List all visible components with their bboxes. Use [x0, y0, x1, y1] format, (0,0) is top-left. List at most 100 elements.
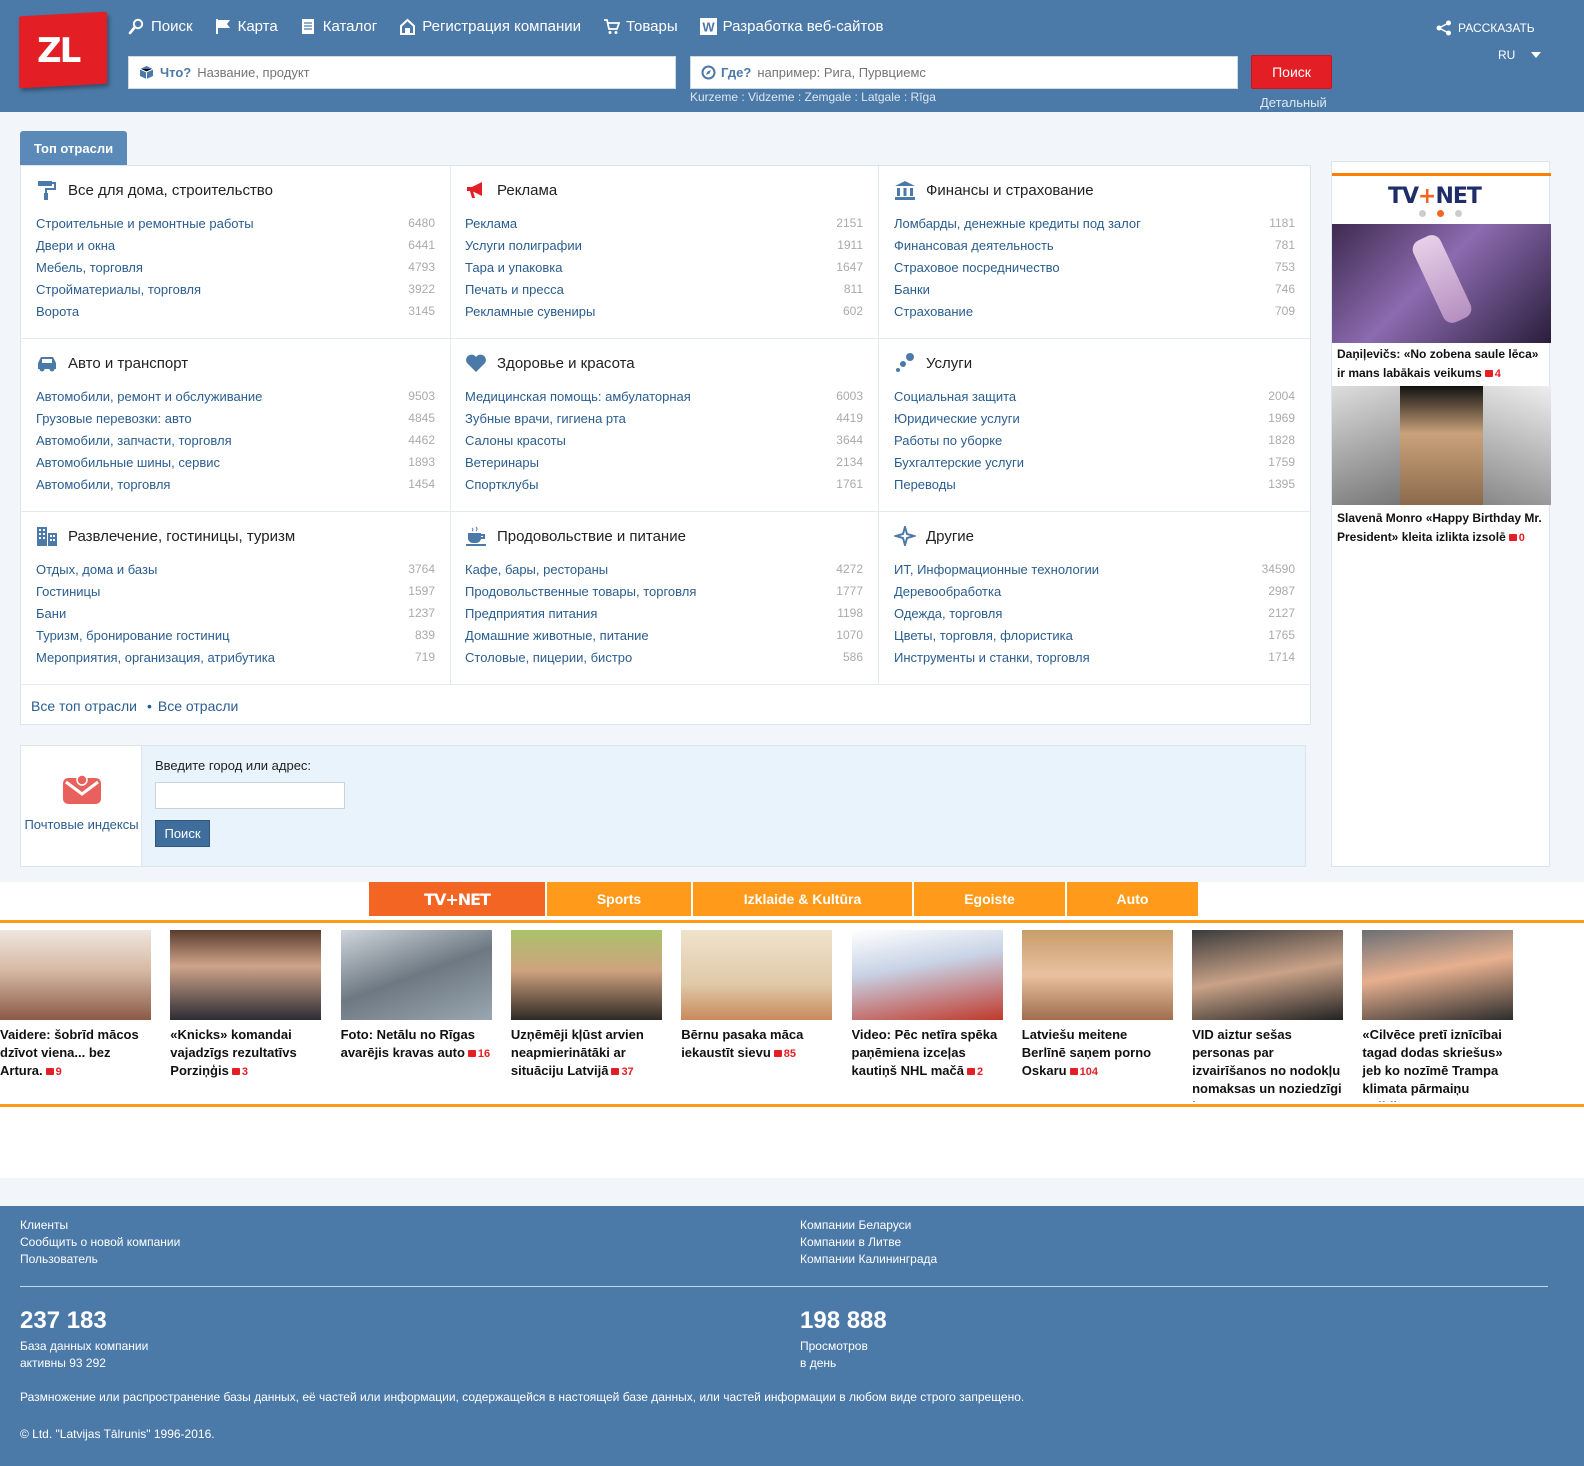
- category-title[interactable]: Финансы и страхование: [894, 180, 1295, 200]
- ad-caption-2[interactable]: Slavenā Monro «Happy Birthday Mr. Presid…: [1337, 509, 1549, 548]
- news-item[interactable]: Bērnu pasaka māca iekaustīt sievu 85: [681, 930, 833, 1102]
- carousel-dot[interactable]: [1455, 210, 1462, 217]
- category-link[interactable]: Строительные и ремонтные работы: [36, 216, 254, 231]
- category-link[interactable]: Банки: [894, 282, 930, 297]
- category-row[interactable]: Столовые, пицерии, бистро 586: [465, 646, 863, 668]
- news-thumbnail[interactable]: [340, 930, 492, 1020]
- news-tab-tvnet[interactable]: TV+NET: [369, 882, 547, 916]
- tvnet-logo[interactable]: TV+NET: [1388, 184, 1482, 209]
- category-row[interactable]: Банки 746: [894, 278, 1295, 300]
- category-row[interactable]: Мероприятия, организация, атрибутика 719: [36, 646, 435, 668]
- detailed-search-link[interactable]: Детальный: [1260, 95, 1327, 110]
- category-row[interactable]: Ветеринары 2134: [465, 451, 863, 473]
- ad-caption-1[interactable]: Daņiļevičs: «No zobena saule lēca» ir ma…: [1337, 345, 1549, 384]
- category-row[interactable]: Автомобили, торговля 1454: [36, 473, 435, 495]
- category-link[interactable]: Одежда, торговля: [894, 606, 1002, 621]
- category-link[interactable]: Медицинская помощь: амбулаторная: [465, 389, 691, 404]
- category-row[interactable]: Грузовые перевозки: авто 4845: [36, 407, 435, 429]
- category-link[interactable]: Предприятия питания: [465, 606, 597, 621]
- category-row[interactable]: Кафе, бары, рестораны 4272: [465, 558, 863, 580]
- news-caption[interactable]: «Cilvēce pretī iznīcībai tagad dodas skr…: [1362, 1026, 1513, 1102]
- category-row[interactable]: Домашние животные, питание 1070: [465, 624, 863, 646]
- category-link[interactable]: Услуги полиграфии: [465, 238, 582, 253]
- news-thumbnail[interactable]: [510, 930, 662, 1020]
- category-link[interactable]: Социальная защита: [894, 389, 1016, 404]
- footer-link-user[interactable]: Пользователь: [20, 1251, 180, 1268]
- news-thumbnail[interactable]: [1021, 930, 1173, 1020]
- news-thumbnail[interactable]: [1362, 930, 1514, 1020]
- category-link[interactable]: Автомобили, ремонт и обслуживание: [36, 389, 262, 404]
- category-link[interactable]: Тара и упаковка: [465, 260, 562, 275]
- category-title[interactable]: Все для дома, строительство: [36, 180, 435, 200]
- category-row[interactable]: Реклама 2151: [465, 212, 863, 234]
- category-link[interactable]: Грузовые перевозки: авто: [36, 411, 192, 426]
- category-link[interactable]: Печать и пресса: [465, 282, 564, 297]
- category-link[interactable]: Страхование: [894, 304, 973, 319]
- category-link[interactable]: Продовольственные товары, торговля: [465, 584, 696, 599]
- news-caption[interactable]: Video: Pēc netīra spēka paņēmiena izceļa…: [852, 1026, 1003, 1081]
- category-link[interactable]: Отдых, дома и базы: [36, 562, 157, 577]
- category-row[interactable]: Печать и пресса 811: [465, 278, 863, 300]
- news-tab-egoiste[interactable]: Egoiste: [914, 882, 1067, 916]
- category-link[interactable]: Домашние животные, питание: [465, 628, 649, 643]
- category-row[interactable]: Продовольственные товары, торговля 1777: [465, 580, 863, 602]
- category-title[interactable]: Другие: [892, 523, 1295, 549]
- postal-codes-tile[interactable]: Почтовые индексы: [21, 746, 142, 866]
- category-title[interactable]: Услуги: [894, 353, 1295, 373]
- tab-top-industries[interactable]: Топ отрасли: [20, 131, 127, 165]
- category-link[interactable]: Автомобили, торговля: [36, 477, 170, 492]
- footer-link-kaliningrad[interactable]: Компании Калининграда: [800, 1251, 937, 1268]
- news-caption[interactable]: Foto: Netālu no Rīgas avarējis kravas au…: [341, 1026, 492, 1063]
- category-row[interactable]: Рекламные сувениры 602: [465, 300, 863, 322]
- news-item[interactable]: Video: Pēc netīra spēka paņēmiena izceļa…: [851, 930, 1003, 1102]
- category-link[interactable]: Кафе, бары, рестораны: [465, 562, 608, 577]
- category-link[interactable]: Работы по уборке: [894, 433, 1002, 448]
- category-link[interactable]: Спортклубы: [465, 477, 538, 492]
- news-thumbnail[interactable]: [681, 930, 833, 1020]
- news-item[interactable]: «Cilvēce pretī iznīcībai tagad dodas skr…: [1362, 930, 1514, 1102]
- category-row[interactable]: Мебель, торговля 4793: [36, 256, 435, 278]
- category-link[interactable]: Двери и окна: [36, 238, 115, 253]
- category-row[interactable]: Тара и упаковка 1647: [465, 256, 863, 278]
- news-thumbnail[interactable]: [851, 930, 1003, 1020]
- news-caption[interactable]: VID aiztur sešas personas par izvairīšan…: [1192, 1026, 1343, 1102]
- news-thumbnail[interactable]: [170, 930, 322, 1020]
- category-link[interactable]: Бухгалтерские услуги: [894, 455, 1024, 470]
- category-link[interactable]: Ветеринары: [465, 455, 539, 470]
- category-link[interactable]: Стройматериалы, торговля: [36, 282, 201, 297]
- all-industries-link[interactable]: Все отрасли: [158, 698, 238, 714]
- carousel-dot[interactable]: [1419, 210, 1426, 217]
- category-link[interactable]: Столовые, пицерии, бистро: [465, 650, 632, 665]
- category-row[interactable]: Зубные врачи, гигиена рта 4419: [465, 407, 863, 429]
- category-link[interactable]: Мероприятия, организация, атрибутика: [36, 650, 275, 665]
- category-row[interactable]: Социальная защита 2004: [894, 385, 1295, 407]
- category-link[interactable]: Мебель, торговля: [36, 260, 143, 275]
- category-row[interactable]: Бани 1237: [36, 602, 435, 624]
- category-row[interactable]: Юридические услуги 1969: [894, 407, 1295, 429]
- category-row[interactable]: Переводы 1395: [894, 473, 1295, 495]
- category-row[interactable]: Цветы, торговля, флористика 1765: [894, 624, 1295, 646]
- category-row[interactable]: Стройматериалы, торговля 3922: [36, 278, 435, 300]
- nav-search[interactable]: Поиск: [128, 18, 193, 35]
- news-thumbnail[interactable]: [0, 930, 151, 1020]
- category-link[interactable]: Ворота: [36, 304, 79, 319]
- share-button[interactable]: РАССКАЗАТЬ: [1436, 20, 1535, 36]
- category-row[interactable]: Страхование 709: [894, 300, 1295, 322]
- category-row[interactable]: Гостиницы 1597: [36, 580, 435, 602]
- news-thumbnail[interactable]: [1192, 930, 1344, 1020]
- category-row[interactable]: Ворота 3145: [36, 300, 435, 322]
- news-caption[interactable]: Latviešu meitene Berlīnē saņem porno Osk…: [1022, 1026, 1173, 1081]
- postal-address-input[interactable]: [155, 782, 345, 809]
- region-links[interactable]: Kurzeme : Vidzeme : Zemgale : Latgale : …: [690, 90, 936, 104]
- category-link[interactable]: Ломбарды, денежные кредиты под залог: [894, 216, 1141, 231]
- nav-register[interactable]: Регистрация компании: [399, 18, 581, 35]
- category-row[interactable]: Страховое посредничество 753: [894, 256, 1295, 278]
- news-caption[interactable]: Vaidere: šobrīd mācos dzīvot viena... be…: [0, 1026, 151, 1081]
- nav-web-dev[interactable]: W Разработка веб-сайтов: [699, 18, 884, 35]
- category-row[interactable]: Спортклубы 1761: [465, 473, 863, 495]
- category-row[interactable]: Автомобили, ремонт и обслуживание 9503: [36, 385, 435, 407]
- footer-link-report-company[interactable]: Сообщить о новой компании: [20, 1234, 180, 1251]
- category-row[interactable]: Туризм, бронирование гостиниц 839: [36, 624, 435, 646]
- category-title[interactable]: Реклама: [465, 180, 863, 200]
- news-item[interactable]: Uzņēmēji kļūst arvien neapmierinātāki ar…: [510, 930, 662, 1102]
